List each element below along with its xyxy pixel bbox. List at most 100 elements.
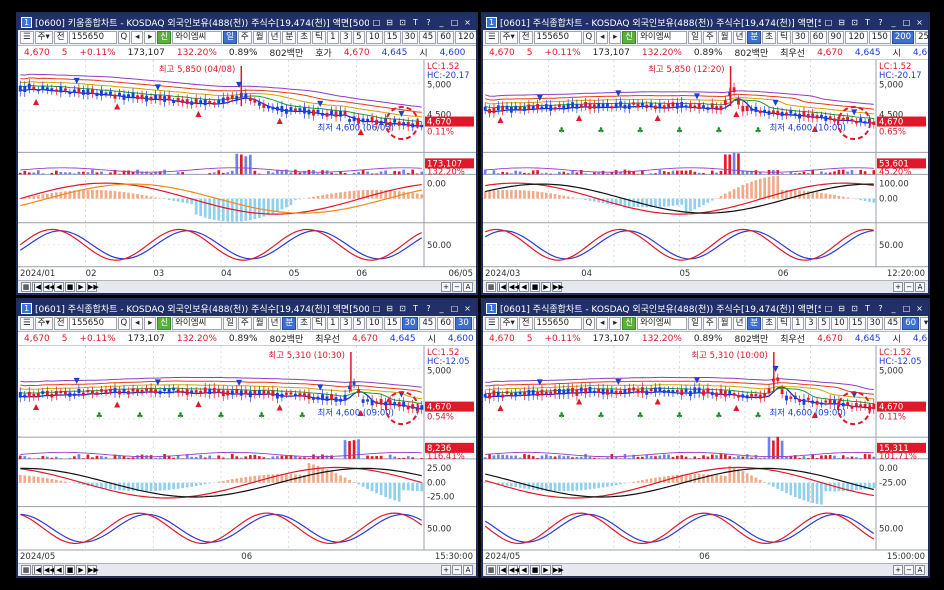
interval-4[interactable]: 15 — [848, 317, 866, 330]
interval-2[interactable]: 5 — [817, 317, 830, 330]
prev-button[interactable]: ◀ — [519, 282, 529, 292]
interval-1[interactable]: 60 — [809, 31, 827, 44]
tile-icon[interactable]: ⊟ — [836, 303, 847, 314]
prev-button[interactable]: ◀ — [54, 565, 64, 575]
zoom-out-button[interactable]: − — [904, 282, 914, 292]
timeframe-6[interactable]: 틱 — [312, 317, 326, 330]
timeframe-5[interactable]: 초 — [297, 31, 312, 44]
type-select[interactable]: 주▾ — [34, 317, 53, 330]
timeframe-2[interactable]: 월 — [252, 31, 267, 44]
help-icon[interactable]: ? — [423, 17, 434, 28]
help-icon[interactable]: ? — [423, 303, 434, 314]
stock-code-input[interactable]: 155650 — [533, 31, 582, 44]
text-icon[interactable]: T — [410, 17, 421, 28]
search-icon[interactable]: Q — [117, 317, 131, 330]
zoom-in-button[interactable]: + — [893, 282, 903, 292]
layout-icon[interactable]: □ — [823, 17, 834, 28]
first-page-button[interactable]: |◀ — [497, 282, 507, 292]
rewind-button[interactable]: ◀◀ — [43, 282, 55, 292]
interval-0[interactable]: 30 — [791, 31, 809, 44]
window-titlebar[interactable]: 1 [0601] 주식종합차트 - KOSDAQ 외국인보유(488(천)) 주식… — [483, 300, 928, 316]
type-select[interactable]: 주▾ — [499, 31, 518, 44]
stock-next-icon[interactable]: ▸ — [609, 317, 622, 330]
close-button[interactable]: × — [462, 303, 473, 314]
interval-3[interactable]: 10 — [365, 31, 383, 44]
prev-button[interactable]: ◀ — [519, 565, 529, 575]
timeframe-1[interactable]: 주 — [237, 31, 252, 44]
timeframe-0[interactable]: 일 — [223, 317, 237, 330]
grid-toggle-icon[interactable]: ▦ — [21, 282, 31, 292]
interval-7[interactable]: 60 — [902, 317, 920, 330]
stock-prev-icon[interactable]: ◂ — [131, 317, 144, 330]
stock-prev-icon[interactable]: ◂ — [596, 317, 609, 330]
minimize-button[interactable]: _ — [888, 17, 899, 28]
rewind-button[interactable]: ◀◀ — [508, 565, 520, 575]
grid-toggle-icon[interactable]: ▦ — [21, 565, 31, 575]
timeframe-2[interactable]: 월 — [252, 317, 267, 330]
stock-next-icon[interactable]: ▸ — [609, 31, 622, 44]
chart-canvas[interactable]: ▲▼▲▼▲▼▲▼▲▼♣ ♣ ♣ ♣ ♣ ♣최고 5,310 (10:00)최저 4,600… — [483, 346, 928, 563]
timeframe-1[interactable]: 주 — [702, 317, 717, 330]
timeframe-4[interactable]: 분 — [747, 31, 762, 44]
interval-8[interactable]: 120 — [455, 31, 476, 44]
grid-toggle-icon[interactable]: ▦ — [486, 282, 496, 292]
fast-forward-button[interactable]: ▶▶ — [552, 282, 564, 292]
zoom-in-button[interactable]: + — [441, 565, 451, 575]
chart-canvas[interactable]: ▲▼▲▼▲▼▲▼▲▼최고 5,850 (04/08)최저 4,600 (06/0… — [18, 60, 476, 280]
interval-3[interactable]: 10 — [830, 317, 848, 330]
zoom-in-button[interactable]: + — [893, 565, 903, 575]
help-icon[interactable]: ? — [875, 17, 886, 28]
layout-icon[interactable]: □ — [823, 303, 834, 314]
timeframe-3[interactable]: 년 — [732, 31, 747, 44]
interval-0[interactable]: 1 — [791, 317, 804, 330]
market-select[interactable]: 전 — [53, 31, 68, 44]
tile-icon[interactable]: ⊟ — [384, 17, 395, 28]
rewind-button[interactable]: ◀◀ — [43, 565, 55, 575]
restore-icon[interactable]: ⊡ — [849, 303, 860, 314]
type-select[interactable]: 주▾ — [499, 317, 518, 330]
interval-0[interactable]: 1 — [326, 31, 339, 44]
interval-2[interactable]: 5 — [352, 317, 365, 330]
timeframe-4[interactable]: 분 — [282, 317, 297, 330]
interval-1[interactable]: 3 — [339, 31, 352, 44]
minimize-button[interactable]: _ — [436, 17, 447, 28]
timeframe-6[interactable]: 틱 — [312, 31, 326, 44]
stock-code-input[interactable]: 155650 — [68, 31, 117, 44]
tile-icon[interactable]: ⊟ — [836, 17, 847, 28]
timeframe-5[interactable]: 초 — [762, 31, 777, 44]
interval-3[interactable]: 10 — [365, 317, 383, 330]
timeframe-3[interactable]: 년 — [732, 317, 747, 330]
timeframe-0[interactable]: 일 — [688, 31, 702, 44]
close-button[interactable]: × — [462, 17, 473, 28]
stock-prev-icon[interactable]: ◂ — [596, 31, 609, 44]
stock-next-icon[interactable]: ▸ — [144, 31, 157, 44]
maximize-button[interactable]: □ — [901, 17, 912, 28]
interval-6[interactable]: 250 — [915, 31, 928, 44]
timeframe-2[interactable]: 월 — [717, 317, 732, 330]
grid-toggle-icon[interactable]: ▦ — [486, 565, 496, 575]
chart-area[interactable]: ▲ ▼ ▲ ▼ ▲ ▼ ▲ ▼ ▲ ▼ ♣ ♣ ♣ ♣ ♣ ♣ 최고 5,850 (12:20) 최저 4,600… — [483, 60, 928, 280]
timeframe-1[interactable]: 주 — [702, 31, 717, 44]
interval-5[interactable]: 30 — [866, 317, 884, 330]
chart-canvas[interactable]: ▲▼▲▼▲▼▲▼▲▼♣ ♣ ♣ ♣ ♣ ♣최고 5,850 (12:20)최저 4,600… — [483, 60, 928, 280]
layout-icon[interactable]: □ — [371, 17, 382, 28]
interval-4[interactable]: 15 — [383, 317, 401, 330]
layout-icon[interactable]: □ — [371, 303, 382, 314]
stop-button[interactable]: ■ — [65, 565, 75, 575]
play-button[interactable]: ▶ — [541, 565, 551, 575]
prev-button[interactable]: ◀ — [54, 282, 64, 292]
search-icon[interactable]: Q — [117, 31, 131, 44]
stop-button[interactable]: ■ — [65, 282, 75, 292]
restore-icon[interactable]: ⊡ — [849, 17, 860, 28]
market-select[interactable]: 전 — [518, 317, 533, 330]
stop-button[interactable]: ■ — [530, 565, 540, 575]
interval-dropdown-icon[interactable]: ▾ — [920, 317, 928, 330]
zoom-out-button[interactable]: − — [904, 565, 914, 575]
interval-2[interactable]: 90 — [827, 31, 845, 44]
zoom-out-button[interactable]: − — [452, 282, 462, 292]
interval-1[interactable]: 3 — [339, 317, 352, 330]
timeframe-6[interactable]: 틱 — [777, 31, 791, 44]
market-select[interactable]: 전 — [518, 31, 533, 44]
timeframe-5[interactable]: 초 — [762, 317, 777, 330]
timeframe-2[interactable]: 월 — [717, 31, 732, 44]
